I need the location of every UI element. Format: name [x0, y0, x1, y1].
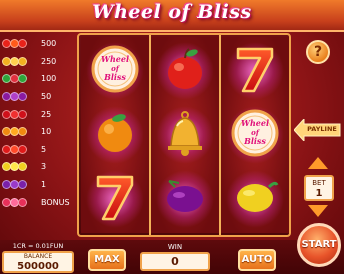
cherry-icon: [2, 108, 38, 120]
seven-icon: [2, 38, 38, 50]
balance-value: 500000: [17, 261, 59, 272]
game-title: Wheel of Bliss: [92, 1, 252, 23]
balance-display: BALANCE 500000: [2, 251, 74, 273]
plum-icon: [2, 91, 38, 103]
bell-icon: [18, 56, 27, 66]
autoplay-button[interactable]: AUTO: [238, 249, 276, 271]
paytable-row: 5: [2, 141, 74, 159]
paytable-row: 25: [2, 105, 74, 123]
watermelon-icon: [2, 73, 38, 85]
paytable-row: 10: [2, 123, 74, 141]
wheel-icon: [18, 197, 27, 207]
paytable-row: 100: [2, 70, 74, 88]
start-spin-button[interactable]: START: [297, 223, 341, 267]
paytable-row: 3: [2, 158, 74, 176]
svg-text:Wheel: Wheel: [241, 118, 269, 128]
paytable-value: 50: [41, 92, 52, 102]
max-bet-button[interactable]: MAX: [88, 249, 126, 271]
cherry-icon: [18, 109, 27, 119]
reels-panel: Wheel of Bliss Wheel of Bliss: [77, 33, 291, 237]
orange-icon: [2, 126, 38, 138]
bell-icon: [161, 108, 209, 162]
bet-decrease-button[interactable]: [308, 205, 328, 217]
lemon-icon: [2, 161, 38, 173]
orange-symbol: [85, 105, 145, 165]
svg-text:Wheel: Wheel: [101, 54, 129, 64]
paytable-row: BONUS: [2, 193, 74, 211]
seven-icon: [232, 43, 278, 99]
lemon-icon: [231, 177, 279, 221]
plum-icon: [18, 92, 27, 102]
plum-icon: [161, 177, 209, 221]
seven-symbol: [225, 41, 285, 101]
help-button[interactable]: ?: [306, 40, 330, 64]
payline-label: PAYLINE: [307, 125, 337, 133]
lemon-symbol: [225, 169, 285, 229]
seven-icon: [18, 39, 27, 49]
seven-symbol: [85, 169, 145, 229]
paytable-row: 50: [2, 88, 74, 106]
apple-symbol: [155, 41, 215, 101]
paytable-value: 500: [41, 39, 57, 49]
balance-label: BALANCE: [23, 253, 53, 260]
paytable-value: 10: [41, 127, 52, 137]
seven-icon: [92, 171, 138, 227]
wheel-icon: [2, 196, 38, 208]
paytable-row: 500: [2, 35, 74, 53]
apple-icon: [18, 144, 27, 154]
watermelon-icon: [18, 74, 27, 84]
apple-icon: [2, 143, 38, 155]
wheel-of-bliss-symbol: Wheel of Bliss: [225, 105, 285, 165]
bell-icon: [2, 55, 38, 67]
paytable-value: BONUS: [41, 197, 70, 207]
svg-text:Bliss: Bliss: [243, 136, 266, 146]
paytable-row: 1: [2, 176, 74, 194]
win-label: WIN: [167, 243, 183, 251]
paytable: 500 250 100 50 25 10 5 3 1 BONUS: [2, 35, 74, 211]
paytable-value: 100: [41, 74, 57, 84]
paytable-value: 25: [41, 109, 52, 119]
balance-panel: 1CR = 0.01FUN BALANCE 500000: [2, 241, 74, 273]
bet-label: BET: [312, 179, 326, 187]
grapes-icon: [18, 180, 27, 190]
paytable-row: 250: [2, 53, 74, 71]
apple-icon: [161, 45, 209, 97]
orange-icon: [92, 110, 138, 160]
bet-value: 1: [315, 188, 323, 199]
plum-symbol: [155, 169, 215, 229]
orange-icon: [18, 127, 27, 137]
grapes-icon: [2, 179, 38, 191]
wheel-of-bliss-icon: Wheel of Bliss: [229, 107, 281, 163]
paytable-value: 5: [41, 144, 47, 154]
wheel-of-bliss-symbol: Wheel of Bliss: [85, 41, 145, 101]
lemon-icon: [18, 162, 27, 172]
bet-display: BET 1: [304, 175, 334, 201]
bet-increase-button[interactable]: [308, 157, 328, 169]
win-display: 0: [140, 252, 210, 271]
reel-divider: [149, 35, 151, 235]
svg-text:Bliss: Bliss: [103, 72, 126, 82]
bell-symbol: [155, 105, 215, 165]
paytable-value: 250: [41, 56, 57, 66]
credit-rate: 1CR = 0.01FUN: [12, 242, 64, 250]
reel-divider: [219, 35, 221, 235]
paytable-value: 1: [41, 180, 47, 190]
paytable-value: 3: [41, 162, 47, 172]
wheel-of-bliss-icon: Wheel of Bliss: [89, 43, 141, 99]
